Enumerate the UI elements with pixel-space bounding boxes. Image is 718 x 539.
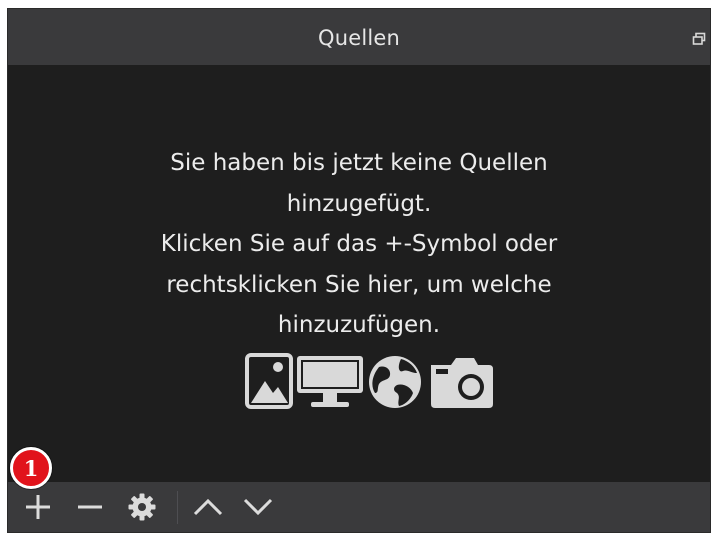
toolbar-separator: [177, 491, 178, 524]
add-source-button[interactable]: [16, 482, 60, 532]
chevron-up-icon: [193, 498, 223, 516]
empty-message-line: hinzugefügt.: [286, 190, 432, 217]
dock-titlebar[interactable]: Quellen: [8, 9, 710, 65]
chevron-down-icon: [243, 498, 273, 516]
remove-icon: [78, 505, 102, 509]
remove-source-button[interactable]: [68, 482, 112, 532]
globe-icon: [369, 356, 421, 408]
empty-message-line: Klicken Sie auf das +-Symbol oder: [160, 231, 558, 257]
empty-message-line: hinzuzufügen.: [277, 312, 441, 338]
move-down-button[interactable]: [236, 482, 280, 532]
annotation-badge: 1: [10, 447, 52, 489]
sources-empty-area[interactable]: Sie haben bis jetzt keine Quellen hinzug…: [8, 65, 710, 482]
sources-toolbar: [8, 482, 710, 532]
empty-message: Sie haben bis jetzt keine Quellen hinzug…: [8, 143, 710, 346]
camera-icon: [431, 358, 493, 408]
monitor-icon: [297, 356, 363, 407]
source-type-icons: [245, 353, 493, 409]
source-properties-button[interactable]: [120, 482, 164, 532]
add-icon: [26, 495, 50, 519]
dock-title: Quellen: [317, 26, 401, 50]
gear-icon: [128, 493, 156, 521]
sources-dock: Quellen Sie haben bis jetzt keine Quelle…: [7, 8, 711, 533]
move-up-button[interactable]: [186, 482, 230, 532]
empty-message-line: rechtsklicken Sie hier, um welche: [166, 271, 552, 298]
undock-icon[interactable]: [692, 31, 706, 45]
empty-message-line: Sie haben bis jetzt keine Quellen: [170, 150, 548, 176]
image-icon: [245, 353, 293, 409]
